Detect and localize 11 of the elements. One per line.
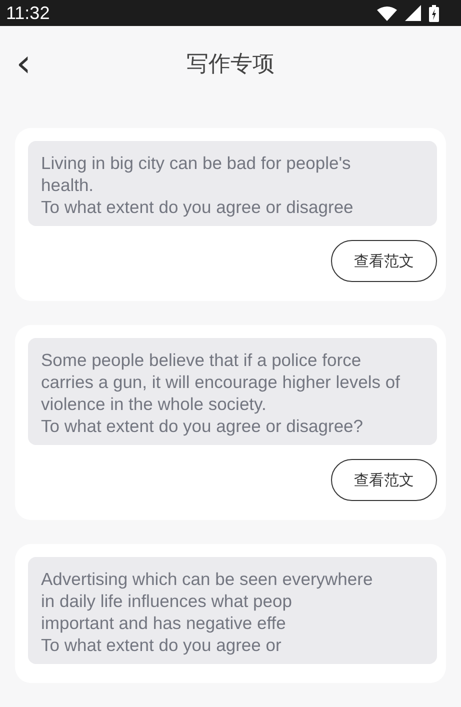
view-sample-button[interactable]: 查看范文 (331, 240, 437, 282)
signal-icon (405, 5, 421, 21)
essay-prompt: Advertising which can be seen everywhere in daily life influences what peop important and has negative effe To what extent do you agree or (28, 557, 437, 664)
back-button[interactable]: ‹ (12, 46, 36, 80)
page-title: 写作专项 (186, 51, 274, 79)
status-time: 11:32 (6, 2, 50, 24)
essay-prompt: Living in big city can be bad for people's health. To what extent do you agree or disagree (28, 141, 437, 226)
wifi-icon (377, 6, 397, 20)
battery-icon (429, 4, 439, 22)
view-sample-button[interactable]: 查看范文 (331, 459, 437, 501)
essay-prompt: Some people believe that if a police force carries a gun, it will encourage higher levels of violence in the whole society. To what extent do you agree or disagree? (28, 338, 437, 445)
